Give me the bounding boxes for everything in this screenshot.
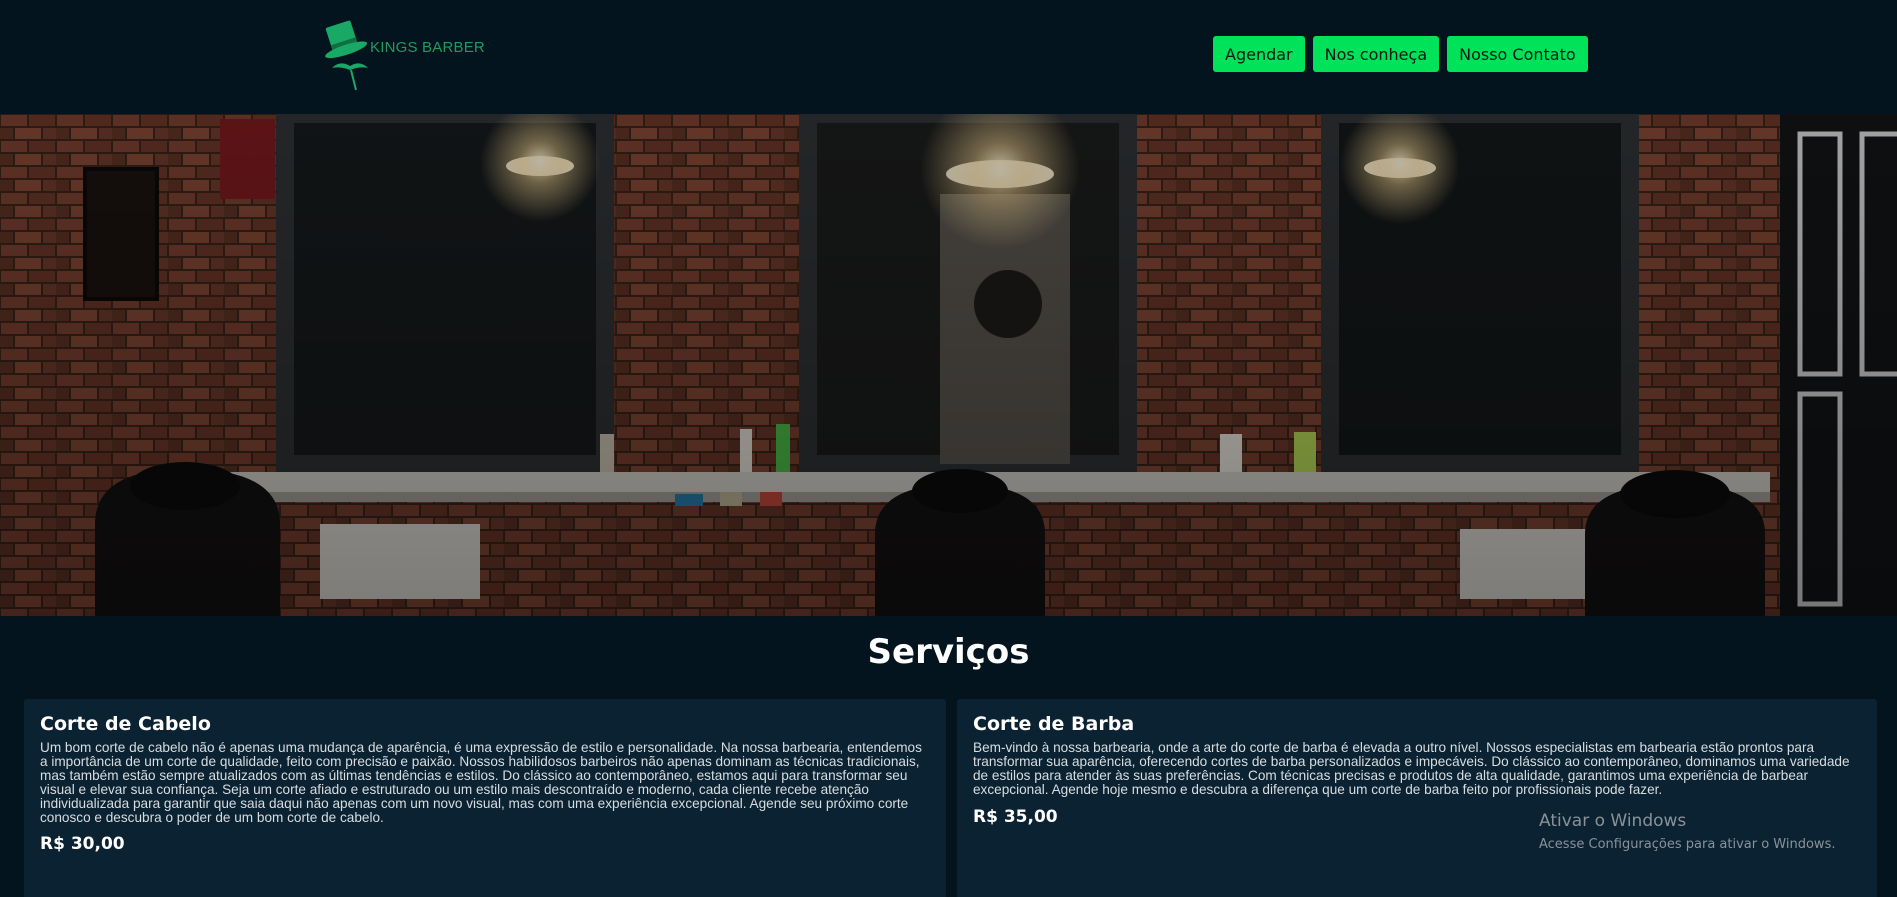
service-card-haircut: Corte de Cabelo Um bom corte de cabelo n… (24, 699, 946, 897)
service-price: R$ 30,00 (40, 834, 125, 855)
site-header: KINGS BARBER Agendar Nos conheça Nosso C… (0, 0, 1897, 114)
watermark-subtitle: Acesse Configurações para ativar o Windo… (1539, 837, 1836, 852)
nav-button-agendar[interactable]: Agendar (1213, 36, 1305, 72)
brand-logo[interactable]: KINGS BARBER (318, 16, 485, 92)
watermark-title: Ativar o Windows (1539, 811, 1687, 831)
service-title: Corte de Cabelo (40, 713, 211, 735)
windows-activation-watermark: Ativar o Windows Acesse Configurações pa… (1539, 811, 1835, 852)
main-nav: Agendar Nos conheça Nosso Contato (1213, 36, 1588, 72)
brand-name: KINGS BARBER (370, 38, 485, 56)
service-description: Um bom corte de cabelo não é apenas uma … (40, 740, 922, 825)
nav-button-nosso-contato[interactable]: Nosso Contato (1447, 36, 1588, 72)
nav-button-nos-conheca[interactable]: Nos conheça (1312, 36, 1440, 72)
service-title: Corte de Barba (973, 713, 1135, 735)
barbershop-photo (0, 114, 1897, 616)
service-description: Bem-vindo à nossa barbearia, onde a arte… (973, 740, 1850, 797)
service-card-beard: Corte de Barba Bem-vindo à nossa barbear… (957, 699, 1877, 897)
services-title: Serviços (867, 632, 1030, 672)
hero-image (0, 114, 1897, 616)
